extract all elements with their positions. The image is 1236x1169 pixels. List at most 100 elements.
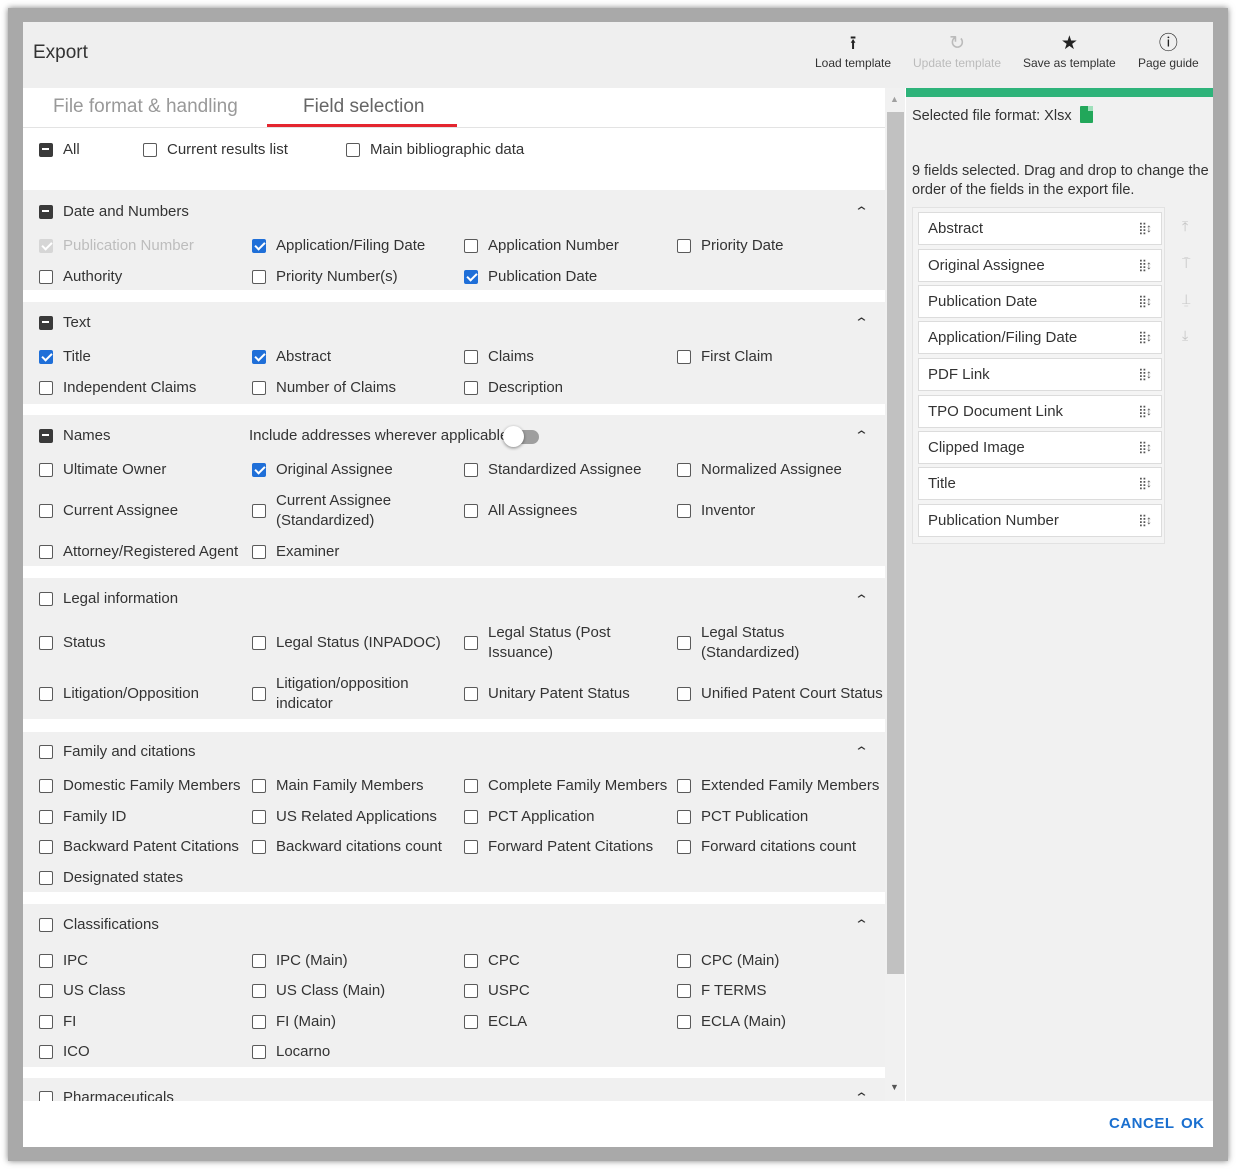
field-checkbox[interactable]: Legal Status (INPADOC) [252, 634, 441, 651]
drag-handle-icon[interactable]: ⣿↕ [1138, 322, 1152, 353]
drag-handle-icon[interactable]: ⣿↕ [1138, 213, 1152, 244]
selected-field-item[interactable]: Publication Date ⣿↕ [918, 285, 1162, 318]
field-checkbox[interactable]: Description [464, 379, 563, 396]
field-checkbox[interactable]: Domestic Family Members [39, 777, 241, 794]
field-checkbox[interactable]: Unified Patent Court Status [677, 685, 883, 702]
field-checkbox[interactable]: CPC (Main) [677, 952, 779, 969]
field-checkbox[interactable]: Attorney/Registered Agent [39, 543, 238, 560]
left-pane-scrollbar[interactable]: ▲ ▼ [885, 88, 905, 1101]
field-checkbox[interactable]: Application/Filing Date [252, 237, 425, 254]
field-checkbox[interactable]: Legal Status (Standardized) [677, 623, 851, 663]
field-checkbox[interactable]: Original Assignee [252, 461, 393, 478]
field-checkbox[interactable]: Number of Claims [252, 379, 396, 396]
selected-field-item[interactable]: Abstract ⣿↕ [918, 212, 1162, 245]
field-checkbox[interactable]: IPC [39, 952, 88, 969]
chevron-up-icon[interactable]: ⌃ [854, 428, 869, 444]
section-checkbox-date-and-numbers[interactable]: Date and Numbers [39, 203, 189, 220]
field-checkbox[interactable]: First Claim [677, 348, 773, 365]
field-checkbox[interactable]: Examiner [252, 543, 339, 560]
field-checkbox[interactable]: Application Number [464, 237, 619, 254]
field-checkbox[interactable]: PCT Application [464, 808, 594, 825]
drag-handle-icon[interactable]: ⣿↕ [1138, 359, 1152, 390]
scrollbar-thumb[interactable] [887, 112, 904, 974]
move-to-top-icon[interactable]: ⤒ [1182, 218, 1188, 235]
field-checkbox[interactable]: Standardized Assignee [464, 461, 641, 478]
field-checkbox[interactable]: US Class [39, 982, 126, 999]
field-checkbox[interactable]: Unitary Patent Status [464, 685, 630, 702]
section-checkbox-text[interactable]: Text [39, 314, 91, 331]
drag-handle-icon[interactable]: ⣿↕ [1138, 468, 1152, 499]
selected-field-item[interactable]: Publication Number ⣿↕ [918, 504, 1162, 537]
drag-handle-icon[interactable]: ⣿↕ [1138, 432, 1152, 463]
update-template-button[interactable]: ↻ Update template [913, 32, 1001, 70]
field-checkbox[interactable]: Litigation/opposition indicator [252, 674, 426, 714]
scroll-up-arrow-icon[interactable]: ▲ [890, 94, 899, 104]
field-checkbox[interactable]: Claims [464, 348, 534, 365]
main-bibliographic-data-checkbox[interactable]: Main bibliographic data [346, 141, 524, 158]
field-checkbox[interactable]: Legal Status (Post Issuance) [464, 623, 638, 663]
move-up-icon[interactable]: ⍑ [1182, 255, 1190, 272]
section-checkbox-legal-information[interactable]: Legal information [39, 590, 178, 607]
field-checkbox[interactable]: Litigation/Opposition [39, 685, 199, 702]
include-addresses-toggle[interactable] [503, 426, 539, 447]
drag-handle-icon[interactable]: ⣿↕ [1138, 250, 1152, 281]
load-template-button[interactable]: ⭱ Load template [815, 32, 891, 70]
chevron-up-icon[interactable]: ⌃ [854, 204, 869, 220]
field-checkbox[interactable]: Backward citations count [252, 838, 442, 855]
section-checkbox-names[interactable]: Names [39, 427, 111, 444]
chevron-up-icon[interactable]: ⌃ [854, 315, 869, 331]
field-checkbox[interactable]: Priority Date [677, 237, 784, 254]
selected-field-item[interactable]: PDF Link ⣿↕ [918, 358, 1162, 391]
field-checkbox[interactable]: Locarno [252, 1043, 330, 1060]
field-checkbox[interactable]: Family ID [39, 808, 126, 825]
field-checkbox[interactable]: Current Assignee (Standardized) [252, 491, 416, 531]
chevron-up-icon[interactable]: ⌃ [854, 744, 869, 760]
selected-field-item[interactable]: Original Assignee ⣿↕ [918, 249, 1162, 282]
field-checkbox[interactable]: CPC [464, 952, 520, 969]
field-checkbox[interactable]: USPC [464, 982, 530, 999]
cancel-button[interactable]: CANCEL [1109, 1115, 1175, 1132]
field-checkbox[interactable]: FI [39, 1013, 76, 1030]
page-guide-button[interactable]: ⓘ Page guide [1138, 32, 1199, 70]
move-down-icon[interactable]: ⍊ [1182, 291, 1190, 308]
current-results-list-checkbox[interactable]: Current results list [143, 141, 288, 158]
chevron-up-icon[interactable]: ⌃ [854, 1090, 869, 1101]
field-checkbox[interactable]: Ultimate Owner [39, 461, 166, 478]
chevron-up-icon[interactable]: ⌃ [854, 592, 869, 608]
chevron-up-icon[interactable]: ⌃ [854, 917, 869, 933]
section-checkbox-family-and-citations[interactable]: Family and citations [39, 743, 196, 760]
field-checkbox[interactable]: US Related Applications [252, 808, 437, 825]
move-to-bottom-icon[interactable]: ⤓ [1182, 327, 1188, 344]
field-checkbox[interactable]: Title [39, 348, 91, 365]
field-checkbox[interactable]: F TERMS [677, 982, 767, 999]
field-checkbox[interactable]: FI (Main) [252, 1013, 336, 1030]
selected-field-item[interactable]: Title ⣿↕ [918, 467, 1162, 500]
section-checkbox-classifications[interactable]: Classifications [39, 916, 159, 933]
field-checkbox[interactable]: Extended Family Members [677, 777, 879, 794]
save-as-template-button[interactable]: ★ Save as template [1023, 32, 1116, 70]
selected-field-item[interactable]: Clipped Image ⣿↕ [918, 431, 1162, 464]
field-checkbox[interactable]: ECLA (Main) [677, 1013, 786, 1030]
field-checkbox[interactable]: Status [39, 634, 106, 651]
tab-field-selection[interactable]: Field selection [303, 96, 424, 118]
field-checkbox[interactable]: Authority [39, 268, 122, 285]
drag-handle-icon[interactable]: ⣿↕ [1138, 286, 1152, 317]
ok-button[interactable]: OK [1181, 1115, 1205, 1132]
field-checkbox[interactable]: Backward Patent Citations [39, 838, 239, 855]
field-checkbox[interactable]: Inventor [677, 502, 755, 519]
field-checkbox[interactable]: Independent Claims [39, 379, 196, 396]
selected-field-item[interactable]: Application/Filing Date ⣿↕ [918, 321, 1162, 354]
field-checkbox[interactable]: Main Family Members [252, 777, 424, 794]
tab-file-format[interactable]: File format & handling [53, 96, 238, 118]
field-checkbox[interactable]: All Assignees [464, 502, 577, 519]
section-checkbox-pharmaceuticals[interactable]: Pharmaceuticals [39, 1089, 174, 1101]
field-checkbox[interactable]: ICO [39, 1043, 90, 1060]
field-checkbox[interactable]: Normalized Assignee [677, 461, 842, 478]
select-all-checkbox[interactable]: All [39, 141, 80, 158]
scroll-down-arrow-icon[interactable]: ▼ [890, 1082, 899, 1092]
field-checkbox[interactable]: US Class (Main) [252, 982, 385, 999]
field-checkbox[interactable]: Forward Patent Citations [464, 838, 653, 855]
field-checkbox[interactable]: Designated states [39, 869, 183, 886]
field-checkbox[interactable]: IPC (Main) [252, 952, 348, 969]
drag-handle-icon[interactable]: ⣿↕ [1138, 505, 1152, 536]
